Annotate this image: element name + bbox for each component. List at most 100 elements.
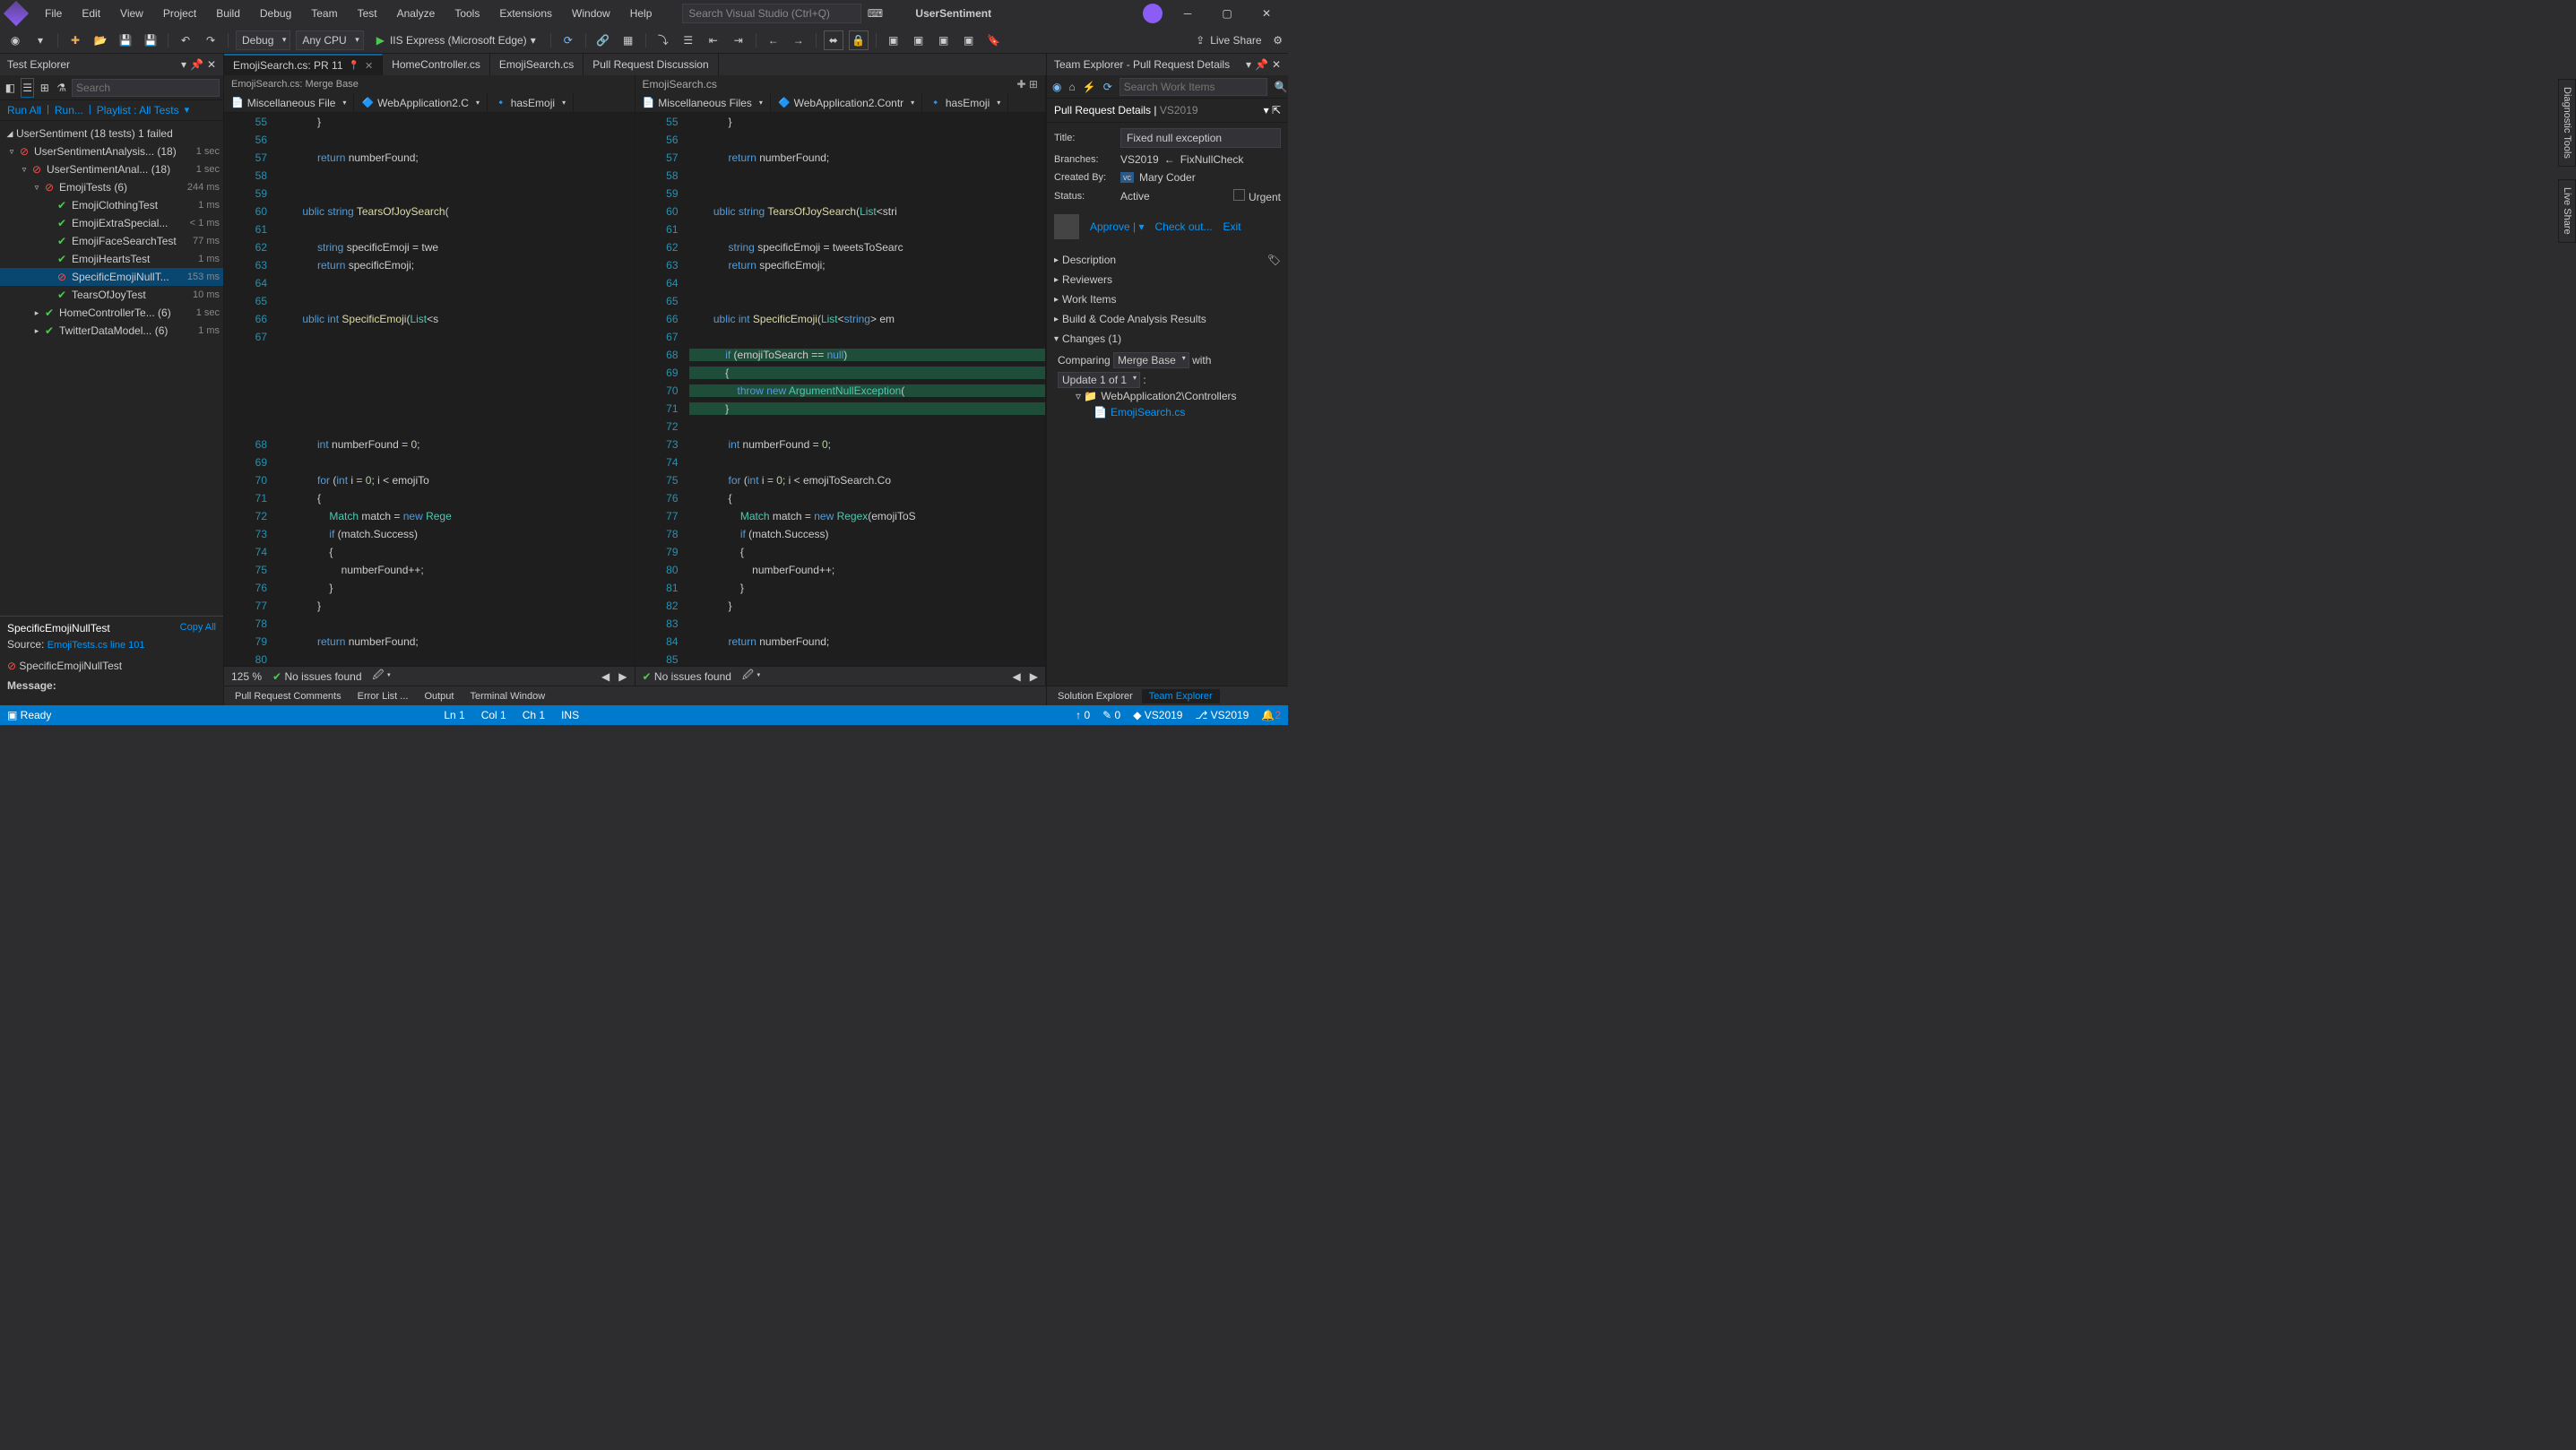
tool-icon[interactable]: ▣ [884,30,903,50]
source-link[interactable]: EmojiTests.cs line 101 [48,640,145,651]
test-node[interactable]: ▸✔HomeControllerTe... (6)1 sec [0,304,223,322]
nav-class[interactable]: 🔷 WebApplication2.Contr [771,93,922,112]
exit-button[interactable]: Exit [1223,220,1241,233]
nav-arrows[interactable]: ◀ ▶ [601,670,627,683]
btab-terminal[interactable]: Terminal Window [462,689,552,703]
step-icon[interactable]: ⤵ [653,30,673,50]
test-root[interactable]: ◢UserSentiment (18 tests) 1 failed [0,125,223,142]
changes-folder[interactable]: ▿ 📁 WebApplication2\Controllers [1058,388,1277,404]
tab-pr-discussion[interactable]: Pull Request Discussion [583,54,718,75]
menu-view[interactable]: View [111,4,152,23]
tool-icon[interactable]: 🖉 ▾ [742,667,761,686]
btab-solution-explorer[interactable]: Solution Explorer [1050,689,1140,703]
plug-icon[interactable]: ⚡ [1083,77,1096,97]
bookmark-icon[interactable]: 🔖 [984,30,1004,50]
copy-all-link[interactable]: Copy All [180,622,216,634]
nav-project[interactable]: 📄 Miscellaneous File [224,93,354,112]
save-all-icon[interactable]: 💾 [141,30,160,50]
run-link[interactable]: Run... [55,104,83,117]
nav-class[interactable]: 🔷 WebApplication2.C [354,93,488,112]
list-icon[interactable]: ☰ [679,30,698,50]
flask-icon[interactable]: ⚗ [55,78,68,98]
menu-extensions[interactable]: Extensions [490,4,561,23]
menu-analyze[interactable]: Analyze [388,4,445,23]
live-share-button[interactable]: ⇪ Live Share ⚙ [1196,34,1283,47]
nav-member[interactable]: 🔹 hasEmoji [922,93,1008,112]
run-all-link[interactable]: Run All [7,104,41,117]
test-node[interactable]: ✔EmojiHeartsTest1 ms [0,250,223,268]
menu-team[interactable]: Team [302,4,346,23]
test-node[interactable]: ▿⊘UserSentimentAnalysis... (18)1 sec [0,142,223,160]
tab-home[interactable]: HomeController.cs [383,54,490,75]
side-tab-diagnostic[interactable]: Diagnostic Tools [2558,79,2576,167]
right-code-area[interactable]: 55 }5657 return numberFound;585960 ublic… [635,113,1046,666]
section-build[interactable]: Build & Code Analysis Results [1047,309,1288,329]
pr-title-input[interactable] [1120,128,1281,148]
test-node[interactable]: ▿⊘UserSentimentAnal... (18)1 sec [0,160,223,178]
menu-test[interactable]: Test [349,4,386,23]
pin-icon[interactable]: 📍 [349,61,359,71]
indent-icon[interactable]: ⇤ [704,30,723,50]
nav-fwd-icon[interactable]: ▾ [30,30,50,50]
keyboard-icon[interactable]: ⌨ [865,4,885,23]
close-button[interactable]: ✕ [1252,3,1281,24]
refresh-icon[interactable]: ⟳ [1103,77,1112,97]
section-reviewers[interactable]: Reviewers [1047,270,1288,289]
status-edit[interactable]: ✎ 0 [1102,709,1120,721]
tool2-icon[interactable]: ▣ [909,30,929,50]
tool4-icon[interactable]: ▣ [959,30,979,50]
status-repo[interactable]: ◆ VS2019 [1133,709,1182,721]
menu-build[interactable]: Build [207,4,249,23]
btab-error-list[interactable]: Error List ... [350,689,416,703]
nav-member[interactable]: 🔹 hasEmoji [488,93,574,112]
test-node[interactable]: ▸✔TwitterDataModel... (6)1 ms [0,322,223,340]
platform-combo[interactable]: Any CPU [296,30,363,50]
test-node[interactable]: ⊘SpecificEmojiNullT...153 ms [0,268,223,286]
refresh-icon[interactable]: ⟳ [558,30,578,50]
menu-help[interactable]: Help [621,4,661,23]
tag-icon[interactable]: 🏷 [1267,254,1281,266]
tool3-icon[interactable]: ▣ [934,30,954,50]
test-node[interactable]: ✔EmojiFaceSearchTest77 ms [0,232,223,250]
back-icon[interactable]: ◉ [1052,77,1061,97]
minimize-button[interactable]: ─ [1173,3,1202,24]
save-icon[interactable]: 💾 [116,30,135,50]
lock-icon[interactable]: 🔒 [849,30,869,50]
outdent-icon[interactable]: ⇥ [729,30,748,50]
test-search-input[interactable] [72,79,220,97]
sync-a-icon[interactable]: ⬌ [824,30,843,50]
btab-output[interactable]: Output [417,689,461,703]
menu-tools[interactable]: Tools [445,4,488,23]
section-description[interactable]: Description🏷 [1047,250,1288,270]
group-icon[interactable]: ☰ [21,78,34,98]
checkout-button[interactable]: Check out... [1155,220,1213,233]
filter-icon[interactable]: ◧ [4,78,17,98]
update-combo[interactable]: Update 1 of 1 [1058,372,1140,388]
undo-icon[interactable]: ↶ [176,30,195,50]
maximize-button[interactable]: ▢ [1213,3,1241,24]
close-icon[interactable]: ✕ [207,58,216,71]
btab-pr-comments[interactable]: Pull Request Comments [228,689,349,703]
vs-search-input[interactable]: Search Visual Studio (Ctrl+Q) [682,4,861,23]
user-avatar[interactable] [1143,4,1163,23]
pin-icon[interactable]: 📌 [190,58,203,71]
tool-icon[interactable]: 🖉 ▾ [373,667,392,686]
menu-file[interactable]: File [36,4,71,23]
close-icon[interactable]: ✕ [365,60,373,72]
dropdown-icon[interactable]: ▾ [181,58,186,71]
home-icon[interactable]: ⌂ [1068,77,1075,97]
compare-base-combo[interactable]: Merge Base [1113,352,1189,368]
side-tab-live-share[interactable]: Live Share [2558,179,2576,243]
split-icon[interactable]: ✚ ⊞ [1017,78,1038,91]
approve-button[interactable]: Approve | ▾ [1090,220,1145,233]
section-work-items[interactable]: Work Items [1047,289,1288,309]
tree-icon[interactable]: ⊞ [38,78,51,98]
close-icon[interactable]: ✕ [1272,58,1281,71]
playlist-link[interactable]: Playlist : All Tests [97,104,179,117]
status-branch[interactable]: ⎇ VS2019 [1195,709,1249,721]
menu-project[interactable]: Project [154,4,205,23]
status-notif[interactable]: 🔔2 [1261,709,1281,721]
arrow-left-icon[interactable]: ← [764,30,783,50]
popout-icon[interactable]: ⇱ [1272,104,1281,117]
section-changes[interactable]: Changes (1) [1047,329,1288,349]
